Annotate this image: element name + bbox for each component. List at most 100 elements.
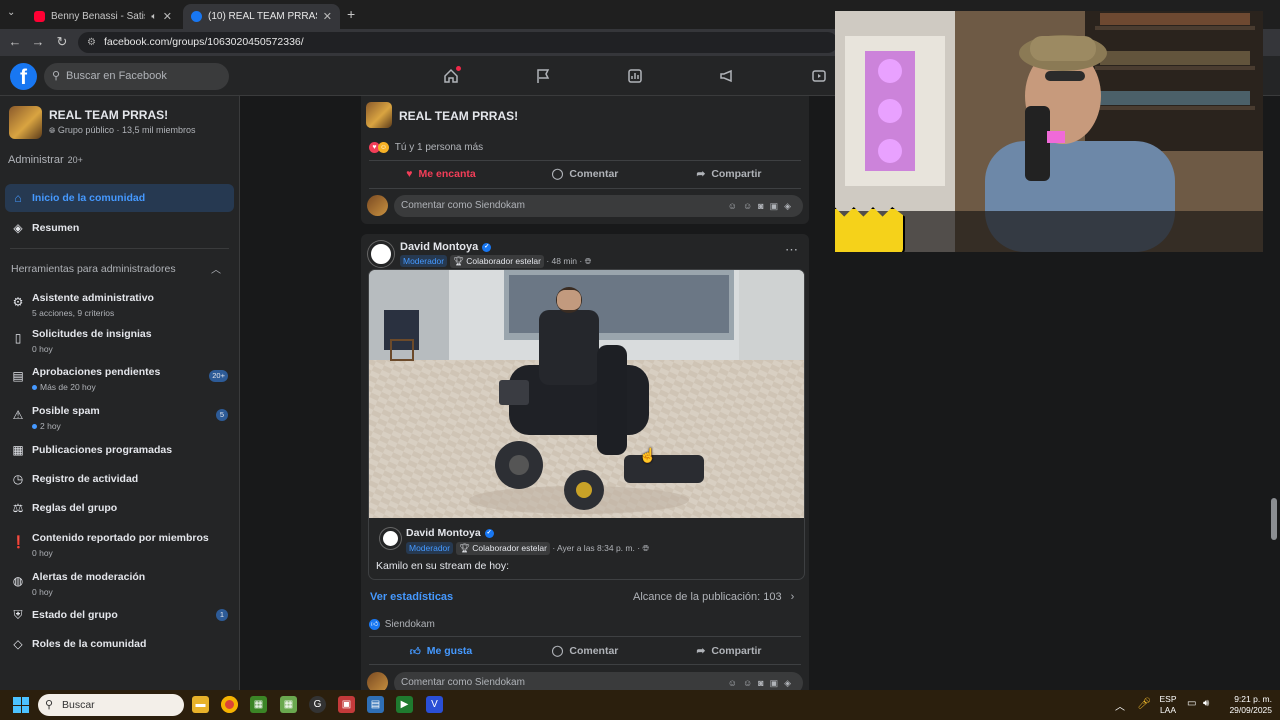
comment-label: Comentar <box>569 645 619 657</box>
nav-video-icon[interactable] <box>808 65 830 87</box>
facebook-logo-icon[interactable]: f <box>10 63 37 90</box>
network-icon[interactable]: ▭ <box>1187 698 1196 709</box>
moderator-badge: Moderador <box>406 542 454 554</box>
sidebar-item-sub: 0 hoy <box>32 344 53 354</box>
close-tab-icon[interactable]: ✕ <box>163 10 172 23</box>
comment-input[interactable]: Comentar como Siendokam ☺☺◙▣◈ <box>394 672 803 690</box>
sidebar-item-reported-content[interactable]: ❗ Contenido reportado por miembros 0 hoy <box>5 527 234 558</box>
comment-placeholder: Comentar como Siendokam <box>401 677 525 688</box>
volume-icon[interactable]: 🔊︎ <box>1203 698 1209 709</box>
globe-icon: 🌐︎ <box>584 256 592 266</box>
chrome-icon[interactable] <box>221 696 238 713</box>
show-hidden-icons-chevron-icon[interactable]: ︿ <box>1115 698 1125 713</box>
comment-button[interactable]: ◯ Comentar <box>513 638 657 664</box>
reach-text: Alcance de la publicación: 103 <box>633 591 782 603</box>
calendar-icon: ▦ <box>12 443 24 457</box>
shared-author-avatar[interactable] <box>380 528 401 549</box>
sidebar-item-group-status[interactable]: ⛨ Estado del grupo 1 <box>5 601 234 629</box>
sidebar-item-community-roles[interactable]: ◇ Roles de la comunidad <box>5 630 234 658</box>
reactions-summary[interactable]: 👍︎ Siendokam <box>369 619 435 630</box>
shared-author-name[interactable]: David Montoya <box>406 527 481 539</box>
app-play-icon[interactable]: ▶ <box>396 696 413 713</box>
post-time[interactable]: · 48 min · <box>546 256 582 266</box>
reload-icon[interactable]: ↻ <box>53 34 71 50</box>
reactions-summary[interactable]: ♥ ☺ Tú y 1 persona más <box>369 142 483 153</box>
author-name[interactable]: David Montoya <box>400 241 478 253</box>
group-name[interactable]: REAL TEAM PRRAS! <box>49 108 168 122</box>
group-avatar[interactable] <box>366 102 392 128</box>
count-badge: 20+ <box>209 370 228 382</box>
site-info-icon[interactable]: ⚙ <box>87 32 96 53</box>
app-window-icon[interactable]: ▣ <box>338 696 355 713</box>
post-group-name[interactable]: REAL TEAM PRRAS! <box>399 109 518 123</box>
app-v-icon[interactable]: V <box>426 696 443 713</box>
tab-list-chevron-icon[interactable]: ⌄ <box>7 7 15 18</box>
share-button[interactable]: ➦ Compartir <box>657 161 801 187</box>
sidebar-item-badge-requests[interactable]: ▯ Solicitudes de insignias 0 hoy <box>5 323 234 354</box>
admin-section-header: Administrar 20+ <box>8 154 83 166</box>
tab-benny-benassi[interactable]: Benny Benassi - Satisfactio 🔈︎ ✕ <box>26 4 180 29</box>
taskbar-search-input[interactable]: ⚲ Buscar <box>38 694 184 716</box>
new-tab-icon[interactable]: + <box>347 6 355 22</box>
share-button[interactable]: ➦ Compartir <box>657 638 801 664</box>
lang-bottom: LAA <box>1159 705 1177 715</box>
love-button[interactable]: ♥ Me encanta <box>369 161 513 187</box>
comment-input[interactable]: Comentar como Siendokam ☺☺◙▣◈ <box>394 195 803 217</box>
close-tab-icon[interactable]: ✕ <box>323 10 332 23</box>
shared-post[interactable]: ☝ David Montoya ✓ Moderador 🏆︎ Colaborador… <box>368 269 805 580</box>
windows-start-icon[interactable] <box>13 697 29 713</box>
page-scrollbar[interactable] <box>1271 498 1277 540</box>
game-icon[interactable]: ▦ <box>280 696 297 713</box>
sidebar-item-summary[interactable]: ◈ Resumen <box>5 214 234 242</box>
app-g-icon[interactable]: G <box>309 696 326 713</box>
post-author: David Montoya ✓ <box>400 241 492 253</box>
sidebar-item-activity-log[interactable]: ◷ Registro de actividad <box>5 465 234 493</box>
sidebar-item-label: Publicaciones programadas <box>32 444 173 456</box>
sidebar-item-community-home[interactable]: ⌂ Inicio de la comunidad <box>5 184 234 212</box>
alert-icon: ◍ <box>12 574 24 588</box>
tab-facebook-group[interactable]: (10) REAL TEAM PRRAS! | Faceb ✕ <box>183 4 340 29</box>
microphone-icon[interactable]: 🎤︎ <box>1137 697 1151 710</box>
home-icon: ⌂ <box>14 191 22 205</box>
sidebar-item-scheduled-posts[interactable]: ▦ Publicaciones programadas <box>5 436 234 464</box>
facebook-search-input[interactable]: ⚲ Buscar en Facebook <box>44 63 229 90</box>
author-avatar[interactable] <box>368 241 394 267</box>
sidebar-item-group-rules[interactable]: ⚖ Reglas del grupo <box>5 494 234 522</box>
like-button[interactable]: 👍︎ Me gusta <box>369 638 513 664</box>
sidebar-item-pending-approvals[interactable]: ▤ Aprobaciones pendientes Más de 20 hoy … <box>5 361 234 392</box>
group-avatar[interactable] <box>9 106 42 139</box>
comment-composer: Comentar como Siendokam ☺☺◙▣◈ <box>367 195 803 217</box>
speaker-icon[interactable]: 🔈︎ <box>151 11 156 22</box>
language-indicator[interactable]: ESP LAA <box>1158 694 1178 716</box>
view-stats-link[interactable]: Ver estadísticas <box>370 591 453 603</box>
clock[interactable]: 9:21 p. m. 29/09/2025 <box>1222 694 1272 716</box>
url-field[interactable]: ⚙ facebook.com/groups/1063020450572336/ <box>78 32 838 53</box>
calculator-icon[interactable]: ▤ <box>367 696 384 713</box>
forward-icon[interactable]: → <box>29 34 47 49</box>
globe-icon: 🌐︎ <box>642 543 650 553</box>
more-options-icon[interactable]: ⋯ <box>785 242 798 258</box>
shared-time[interactable]: · Ayer a las 8:34 p. m. · <box>552 543 640 553</box>
sidebar-item-label: Contenido reportado por miembros <box>32 532 209 544</box>
sidebar-item-moderation-alerts[interactable]: ◍ Alertas de moderación 0 hoy <box>5 566 234 597</box>
group-admin-sidebar: REAL TEAM PRRAS! 🌐︎ Grupo público · 13,5… <box>0 96 240 690</box>
composer-tools[interactable]: ☺☺◙▣◈ <box>728 195 797 217</box>
sidebar-item-possible-spam[interactable]: ⚠ Posible spam 2 hoy 5 <box>5 400 234 431</box>
chevron-up-icon[interactable]: ︿ <box>211 261 221 276</box>
back-icon[interactable]: ← <box>6 34 24 49</box>
post-photo[interactable]: ☝ <box>369 270 804 518</box>
divider <box>369 664 801 665</box>
composer-tools[interactable]: ☺☺◙▣◈ <box>728 672 797 690</box>
nav-home-icon[interactable] <box>440 65 462 87</box>
divider <box>369 636 801 637</box>
minecraft-icon[interactable]: ▦ <box>250 696 267 713</box>
file-explorer-icon[interactable]: ▬ <box>192 696 209 713</box>
sidebar-item-admin-assistant[interactable]: ⚙ Asistente administrativo 5 acciones, 9… <box>5 287 234 318</box>
nav-pages-flag-icon[interactable] <box>532 65 554 87</box>
nav-ads-megaphone-icon[interactable] <box>716 65 738 87</box>
count-badge: 5 <box>216 409 228 421</box>
nav-stats-icon[interactable] <box>624 65 646 87</box>
comment-button[interactable]: ◯ Comentar <box>513 161 657 187</box>
post-reach[interactable]: Alcance de la publicación: 103 › <box>633 591 794 603</box>
admin-tools-header[interactable]: Herramientas para administradores <box>11 263 176 275</box>
